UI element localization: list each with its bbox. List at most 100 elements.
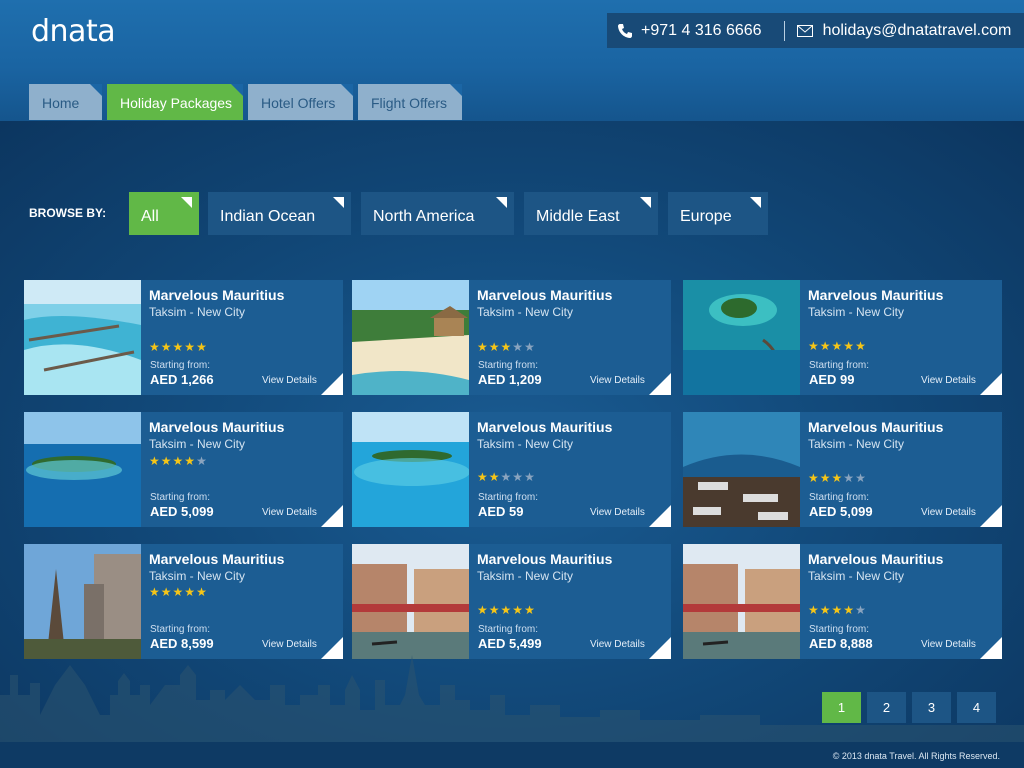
corner-arrow-icon[interactable] [321,505,343,527]
star-icon: ★ [819,339,832,353]
corner-marker-icon [181,197,192,208]
star-icon: ★ [160,340,173,354]
star-icon: ★ [512,603,525,617]
star-icon: ★ [488,470,501,484]
star-icon: ★ [172,454,185,468]
view-details-link[interactable]: View Details [921,507,976,518]
package-title[interactable]: Marvelous Mauritius [477,551,612,567]
star-rating: ★★★★★ [477,340,536,354]
site-footer: © 2013 dnata Travel. All Rights Reserved… [0,742,1024,768]
package-card[interactable]: Marvelous Mauritius Taksim - New City ★★… [24,280,343,395]
package-location: Taksim - New City [808,305,905,319]
contact-phone[interactable]: +971 4 316 6666 [641,22,762,40]
view-details-link[interactable]: View Details [262,639,317,650]
starting-from-label: Starting from: [478,492,539,503]
package-title[interactable]: Marvelous Mauritius [808,419,943,435]
tab-home[interactable]: Home [29,84,102,120]
view-details-link[interactable]: View Details [262,507,317,518]
envelope-icon [796,24,813,37]
filter-indian-ocean[interactable]: Indian Ocean [208,192,351,235]
view-details-link[interactable]: View Details [590,507,645,518]
star-icon: ★ [160,454,173,468]
package-image[interactable] [352,412,469,527]
star-icon: ★ [524,340,536,354]
package-title[interactable]: Marvelous Mauritius [149,551,284,567]
package-card[interactable]: Marvelous Mauritius Taksim - New City ★★… [683,544,1002,659]
package-price: AED 5,099 [809,504,873,519]
starting-from-label: Starting from: [809,360,870,371]
package-image[interactable] [683,544,800,659]
package-image[interactable] [24,544,141,659]
package-title[interactable]: Marvelous Mauritius [808,287,943,303]
package-card[interactable]: Marvelous Mauritius Taksim - New City ★★… [683,280,1002,395]
star-icon: ★ [160,585,173,599]
package-title[interactable]: Marvelous Mauritius [477,287,612,303]
corner-arrow-icon[interactable] [980,505,1002,527]
filter-middle-east[interactable]: Middle East [524,192,658,235]
corner-arrow-icon[interactable] [649,505,671,527]
dnata-logo[interactable]: dnata [31,14,116,49]
star-rating: ★★★★★ [477,470,536,484]
package-image[interactable] [352,544,469,659]
star-icon: ★ [184,585,197,599]
filter-north-america[interactable]: North America [361,192,514,235]
package-card[interactable]: Marvelous Mauritius Taksim - New City ★★… [24,544,343,659]
view-details-link[interactable]: View Details [262,375,317,386]
package-card[interactable]: Marvelous Mauritius Taksim - New City ★★… [352,412,671,527]
view-details-link[interactable]: View Details [590,375,645,386]
package-location: Taksim - New City [477,437,574,451]
star-icon: ★ [196,585,208,599]
page-button-1[interactable]: 1 [822,692,861,723]
star-rating: ★★★★★ [808,339,867,353]
view-details-link[interactable]: View Details [921,375,976,386]
star-icon: ★ [843,603,856,617]
star-icon: ★ [149,585,161,599]
package-location: Taksim - New City [149,569,246,583]
package-location: Taksim - New City [149,437,246,451]
package-image[interactable] [683,280,800,395]
tab-hotel-offers[interactable]: Hotel Offers [248,84,353,120]
starting-from-label: Starting from: [150,360,211,371]
corner-arrow-icon[interactable] [649,373,671,395]
package-image[interactable] [683,412,800,527]
package-title[interactable]: Marvelous Mauritius [808,551,943,567]
star-icon: ★ [196,454,208,468]
star-icon: ★ [500,603,513,617]
tab-flight-offers[interactable]: Flight Offers [358,84,462,120]
star-rating: ★★★★★ [808,603,867,617]
star-rating: ★★★★★ [149,340,208,354]
star-icon: ★ [500,470,513,484]
package-title[interactable]: Marvelous Mauritius [149,419,284,435]
view-details-link[interactable]: View Details [921,639,976,650]
filter-label: Middle East [536,208,620,225]
package-card[interactable]: Marvelous Mauritius Taksim - New City ★★… [352,280,671,395]
star-rating: ★★★★★ [149,585,208,599]
filter-all[interactable]: All [129,192,199,235]
corner-arrow-icon[interactable] [321,373,343,395]
package-price: AED 5,499 [478,636,542,651]
star-icon: ★ [831,471,844,485]
filter-europe[interactable]: Europe [668,192,768,235]
star-icon: ★ [477,340,489,354]
package-card[interactable]: Marvelous Mauritius Taksim - New City ★★… [352,544,671,659]
corner-arrow-icon[interactable] [980,373,1002,395]
package-title[interactable]: Marvelous Mauritius [477,419,612,435]
package-title[interactable]: Marvelous Mauritius [149,287,284,303]
page-button-2[interactable]: 2 [867,692,906,723]
star-icon: ★ [172,340,185,354]
package-image[interactable] [24,412,141,527]
package-location: Taksim - New City [477,569,574,583]
package-price: AED 5,099 [150,504,214,519]
package-image[interactable] [24,280,141,395]
contact-email[interactable]: holidays@dnatatravel.com [823,22,1012,40]
package-card[interactable]: Marvelous Mauritius Taksim - New City ★★… [683,412,1002,527]
view-details-link[interactable]: View Details [590,639,645,650]
starting-from-label: Starting from: [809,492,870,503]
page-button-3[interactable]: 3 [912,692,951,723]
package-image[interactable] [352,280,469,395]
package-card[interactable]: Marvelous Mauritius Taksim - New City ★★… [24,412,343,527]
star-icon: ★ [512,470,525,484]
tab-holiday-packages[interactable]: Holiday Packages [107,84,243,120]
page-button-4[interactable]: 4 [957,692,996,723]
corner-marker-icon [496,197,507,208]
